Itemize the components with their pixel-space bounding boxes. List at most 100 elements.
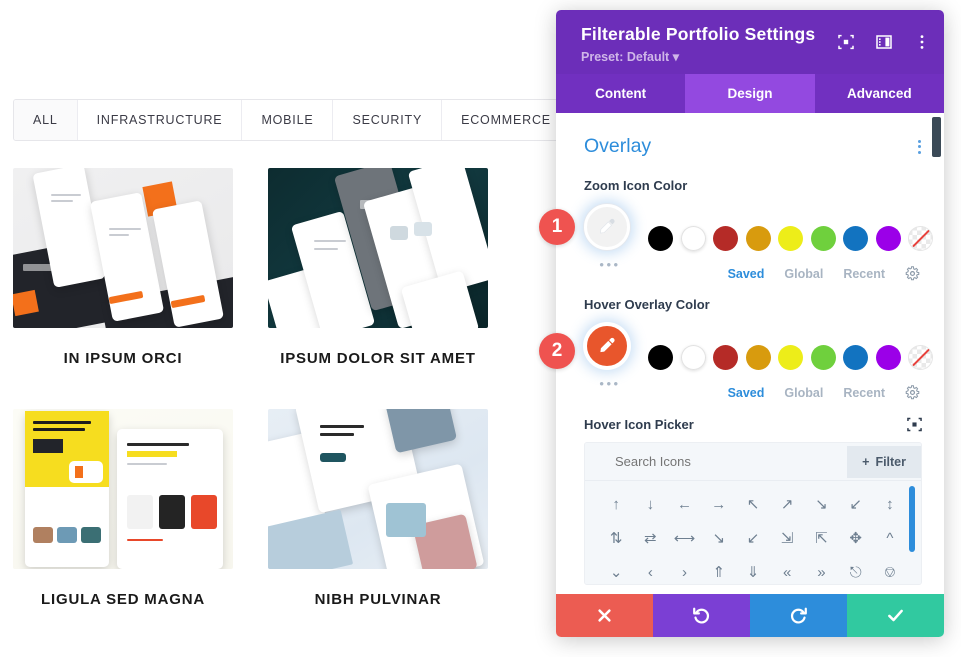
swatch-blue[interactable] bbox=[843, 225, 868, 251]
icon-arrow-down-right[interactable]: ↘ bbox=[804, 487, 838, 521]
field-label: Zoom Icon Color bbox=[584, 178, 688, 193]
link-recent[interactable]: Recent bbox=[843, 386, 885, 400]
swatch-blue[interactable] bbox=[843, 344, 868, 370]
icon-chevrons-down[interactable]: ⇓ bbox=[736, 555, 770, 584]
zoom-icon-color-picker[interactable] bbox=[584, 204, 630, 250]
filter-tab-all[interactable]: ALL bbox=[14, 100, 78, 140]
icon-arrows-expand[interactable]: ⇱ bbox=[804, 521, 838, 555]
eyedropper-icon bbox=[599, 218, 615, 234]
swatch-black[interactable] bbox=[648, 225, 673, 251]
swatch-yellow[interactable] bbox=[778, 225, 803, 251]
modal-footer bbox=[556, 594, 944, 637]
link-global[interactable]: Global bbox=[784, 267, 823, 281]
portfolio-item-title: LIGULA SED MAGNA bbox=[41, 590, 205, 608]
icon-arrow-up[interactable]: ↑ bbox=[599, 487, 633, 521]
icon-arrow-down[interactable]: ↓ bbox=[633, 487, 667, 521]
redo-button[interactable] bbox=[750, 594, 847, 637]
link-recent[interactable]: Recent bbox=[843, 267, 885, 281]
icon-arrows-up-down[interactable]: ⇅ bbox=[599, 521, 633, 555]
icon-chevrons-up[interactable]: ⇑ bbox=[702, 555, 736, 584]
filter-tab-mobile[interactable]: MOBILE bbox=[242, 100, 334, 140]
kebab-menu-icon[interactable] bbox=[914, 34, 930, 50]
hover-overlay-color-picker[interactable] bbox=[584, 323, 630, 369]
icon-circle-chevron-down[interactable]: ⎊ bbox=[873, 555, 907, 584]
tab-design[interactable]: Design bbox=[685, 74, 815, 113]
icon-arrow-expand-down-right[interactable]: ↘ bbox=[702, 521, 736, 555]
modal-scrollbar[interactable] bbox=[932, 117, 941, 157]
gear-icon[interactable] bbox=[905, 266, 920, 281]
icon-chevron-left[interactable]: ‹ bbox=[633, 555, 667, 584]
zoom-icon-color-more-dots[interactable]: ••• bbox=[584, 257, 636, 272]
portfolio-item[interactable]: IPSUM DOLOR SIT AMET bbox=[268, 168, 488, 371]
portfolio-thumbnail[interactable] bbox=[13, 408, 233, 569]
modal-header: Filterable Portfolio Settings Preset: De… bbox=[556, 10, 944, 74]
section-kebab-icon[interactable] bbox=[918, 137, 922, 156]
undo-icon bbox=[693, 607, 710, 624]
portfolio-item[interactable]: LIGULA SED MAGNA bbox=[13, 408, 233, 612]
icon-arrow-left[interactable]: ← bbox=[667, 487, 701, 521]
search-input[interactable] bbox=[613, 453, 813, 470]
icon-arrows-collapse[interactable]: ⇲ bbox=[770, 521, 804, 555]
cancel-button[interactable] bbox=[556, 594, 653, 637]
icon-search-bar: + Filter bbox=[585, 443, 921, 480]
icon-chevron-down[interactable]: ⌄ bbox=[599, 555, 633, 584]
layout-panel-icon[interactable] bbox=[876, 34, 892, 50]
field-label: Hover Icon Picker bbox=[584, 417, 694, 432]
portfolio-thumbnail[interactable] bbox=[13, 168, 233, 328]
hover-overlay-color-swatches bbox=[648, 344, 933, 370]
icon-arrows-horizontal[interactable]: ⟷ bbox=[667, 521, 701, 555]
icon-arrows-swap[interactable]: ⇄ bbox=[633, 521, 667, 555]
swatch-red[interactable] bbox=[713, 344, 738, 370]
gear-icon[interactable] bbox=[905, 385, 920, 400]
focus-target-icon[interactable] bbox=[907, 417, 922, 432]
icon-arrow-down-left[interactable]: ↙ bbox=[839, 487, 873, 521]
section-title: Overlay bbox=[584, 135, 652, 157]
swatch-none[interactable] bbox=[908, 225, 933, 251]
icon-arrows-move[interactable]: ✥ bbox=[839, 521, 873, 555]
icon-arrow-up-left[interactable]: ↖ bbox=[736, 487, 770, 521]
swatch-none[interactable] bbox=[908, 344, 933, 370]
filter-tab-infrastructure[interactable]: INFRASTRUCTURE bbox=[77, 100, 243, 140]
portfolio-item[interactable]: NIBH PULVINAR bbox=[268, 408, 488, 612]
preset-selector[interactable]: Preset: Default ▾ bbox=[581, 49, 926, 64]
swatch-black[interactable] bbox=[648, 344, 673, 370]
icon-arrow-up-right[interactable]: ↗ bbox=[770, 487, 804, 521]
hover-icon-picker-header: Hover Icon Picker bbox=[584, 417, 922, 432]
filter-tab-security[interactable]: SECURITY bbox=[333, 100, 443, 140]
icon-arrow-right[interactable]: → bbox=[702, 487, 736, 521]
hover-overlay-color-more-dots[interactable]: ••• bbox=[584, 376, 636, 391]
swatch-orange[interactable] bbox=[745, 344, 771, 370]
link-saved[interactable]: Saved bbox=[728, 386, 765, 400]
save-button[interactable] bbox=[847, 594, 944, 637]
icon-chevrons-left[interactable]: « bbox=[770, 555, 804, 584]
swatch-white[interactable] bbox=[680, 344, 706, 370]
icon-chevron-up[interactable]: ^ bbox=[873, 521, 907, 555]
swatch-yellow[interactable] bbox=[778, 344, 803, 370]
swatch-white[interactable] bbox=[680, 225, 706, 251]
tab-advanced[interactable]: Advanced bbox=[815, 74, 944, 113]
portfolio-thumbnail[interactable] bbox=[268, 168, 488, 328]
filter-button[interactable]: + Filter bbox=[847, 445, 921, 478]
swatch-orange[interactable] bbox=[745, 225, 771, 251]
icon-circle-chevron-up[interactable]: ⎋ bbox=[839, 555, 873, 584]
icon-chevrons-right[interactable]: » bbox=[804, 555, 838, 584]
swatch-purple[interactable] bbox=[875, 344, 901, 370]
swatch-purple[interactable] bbox=[875, 225, 901, 251]
portfolio-thumbnail[interactable] bbox=[268, 408, 488, 569]
swatch-green[interactable] bbox=[810, 344, 836, 370]
swatch-green[interactable] bbox=[810, 225, 836, 251]
icon-arrow-expand-down-left[interactable]: ↙ bbox=[736, 521, 770, 555]
link-global[interactable]: Global bbox=[784, 386, 823, 400]
portfolio-item[interactable]: IN IPSUM ORCI bbox=[13, 168, 233, 371]
icon-grid-scrollbar[interactable] bbox=[909, 486, 915, 552]
link-saved[interactable]: Saved bbox=[728, 267, 765, 281]
color-row: ••• bbox=[584, 204, 933, 272]
hover-icon-picker-field: Hover Icon Picker + Filter bbox=[584, 417, 922, 585]
undo-button[interactable] bbox=[653, 594, 750, 637]
swatch-red[interactable] bbox=[713, 225, 738, 251]
filter-tab-ecommerce[interactable]: ECOMMERCE bbox=[442, 100, 570, 140]
tab-content[interactable]: Content bbox=[556, 74, 685, 113]
focus-target-icon[interactable] bbox=[838, 34, 854, 50]
icon-arrows-vertical[interactable]: ↕ bbox=[873, 487, 907, 521]
icon-chevron-right[interactable]: › bbox=[667, 555, 701, 584]
